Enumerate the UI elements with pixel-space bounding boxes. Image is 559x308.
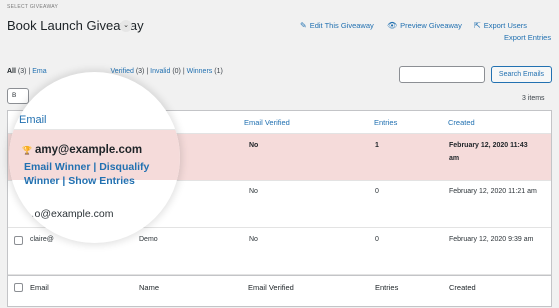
search-input[interactable] [399, 66, 485, 83]
row-created: February 12, 2020 11:21 am [449, 188, 537, 195]
export-entries-link[interactable]: Export Entries [504, 33, 551, 42]
filter-separator: | [182, 68, 185, 75]
action-separator: | [93, 161, 97, 173]
select-giveaway-label: SELECT GIVEAWAY [7, 4, 59, 10]
footer-col-email-verified[interactable]: Email Verified [248, 283, 294, 292]
action-separator: | [62, 175, 66, 187]
footer-col-entries[interactable]: Entries [375, 283, 398, 292]
col-email-verified[interactable]: Email Verified [244, 118, 290, 127]
filter-winners[interactable]: Winners [187, 68, 213, 75]
items-count: 3 items [522, 95, 545, 102]
col-entries[interactable]: Entries [374, 118, 397, 127]
preview-giveaway-link[interactable]: 👁 Preview Giveaway [387, 21, 462, 30]
show-entries-link[interactable]: Show Entries [68, 175, 135, 187]
table-footer-row: Email Name Email Verified Entries Create… [8, 275, 551, 308]
giveaway-select-caret[interactable]: ⌄ [120, 20, 132, 32]
magnified-next-email: …o@example.com [24, 208, 114, 220]
filter-invalid-count: (0) [172, 68, 181, 75]
row-entries: 0 [375, 188, 379, 195]
disqualify-label: Disqualify [99, 161, 150, 173]
export-icon: ⇱ [474, 21, 481, 30]
preview-giveaway-label: Preview Giveaway [400, 21, 462, 30]
row-entries: 0 [375, 236, 379, 243]
footer-col-email[interactable]: Email [30, 283, 49, 292]
row-verified: No [249, 188, 258, 195]
magnifier-overlay: Email 🏆 amy@example.com Email Winner | D… [9, 72, 180, 243]
export-users-label: Export Users [483, 21, 528, 30]
pencil-icon: ✎ [300, 21, 307, 30]
edit-giveaway-link[interactable]: ✎ Edit This Giveaway [300, 21, 374, 30]
select-all-checkbox[interactable] [14, 283, 23, 292]
export-users-link[interactable]: ⇱ Export Users [474, 21, 527, 30]
footer-col-created[interactable]: Created [449, 283, 476, 292]
magnified-winner-email: amy@example.com [35, 144, 143, 156]
filter-winners-count: (1) [214, 68, 223, 75]
bulk-actions-select[interactable]: B [7, 88, 29, 104]
filter-invalid[interactable]: Invalid [150, 68, 170, 75]
eye-icon: 👁 [387, 21, 398, 30]
filter-all[interactable]: All [7, 68, 16, 75]
row-checkbox[interactable] [14, 236, 23, 245]
filter-separator: | [28, 68, 31, 75]
filter-verified-count: (3) [135, 68, 145, 75]
search-emails-button[interactable]: Search Emails [491, 66, 552, 83]
row-entries: 1 [375, 142, 379, 149]
magnified-email-header[interactable]: Email [19, 114, 47, 126]
winner-row-actions: Email Winner | Disqualify Winner | Show E… [24, 160, 174, 188]
winner-label: Winner [24, 175, 60, 187]
filter-email[interactable]: Ema [32, 68, 46, 75]
edit-giveaway-label: Edit This Giveaway [309, 21, 374, 30]
export-entries-label: Export Entries [504, 33, 552, 42]
filter-all-count: (3) [17, 68, 27, 75]
row-created: February 12, 2020 9:39 am [449, 236, 534, 243]
trophy-icon: 🏆 [22, 146, 32, 155]
filter-separator: | [146, 68, 149, 75]
row-name: Demo [139, 236, 158, 243]
row-created: February 12, 2020 11:43 [449, 142, 528, 149]
email-winner-link[interactable]: Email Winner [24, 161, 90, 173]
row-created-suffix: am [449, 155, 460, 162]
row-email: claire@ [30, 236, 54, 243]
row-verified: No [249, 236, 258, 243]
col-created[interactable]: Created [448, 118, 475, 127]
footer-col-name[interactable]: Name [139, 283, 159, 292]
row-verified: No [249, 142, 259, 149]
